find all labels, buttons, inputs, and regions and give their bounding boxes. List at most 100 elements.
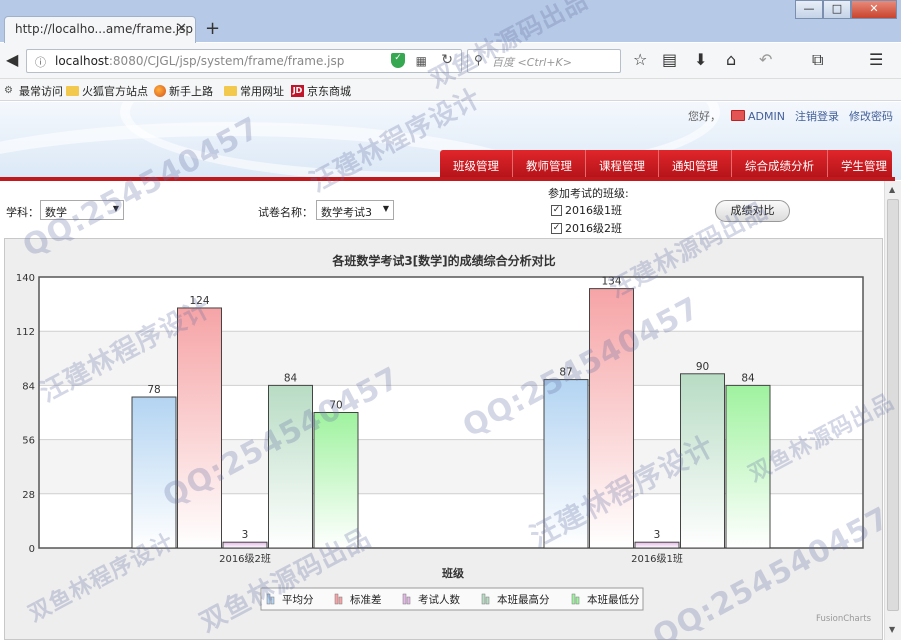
chevron-down-icon: ▼ — [112, 204, 119, 213]
reload-icon[interactable]: ↻ — [441, 52, 453, 68]
scrollbar-thumb[interactable] — [887, 199, 899, 611]
bookmarks-bar: ⚙ 最常访问 火狐官方站点 新手上路 常用网址 JD 京东商城 — [0, 79, 901, 101]
page-header: 您好， ADMIN 注销登录 修改密码 班级管理 教师管理 课程管理 通知管理 … — [0, 102, 901, 180]
menu-student-management[interactable]: 学生管理 — [828, 150, 900, 180]
data-label: 84 — [284, 372, 298, 384]
window-controls: — □ ✕ — [795, 0, 897, 20]
greeting: 您好， — [688, 110, 722, 123]
menu-notice-management[interactable]: 通知管理 — [659, 150, 732, 180]
legend-swatch — [485, 596, 490, 605]
browser-tab[interactable]: http://localho...ame/frame.jsp ✕ — [4, 16, 196, 43]
data-label: 134 — [601, 276, 621, 288]
shield-icon[interactable]: ✓ — [391, 53, 405, 68]
data-label: 90 — [696, 361, 709, 373]
class-checkbox-1[interactable]: ✓ 2016级1班 — [551, 202, 622, 218]
legend-swatch — [402, 593, 407, 605]
bookmark-jd[interactable]: JD 京东商城 — [291, 83, 351, 99]
class-checkbox-label: 2016级2班 — [565, 222, 622, 235]
bar-考试人数 — [634, 541, 680, 549]
firefox-icon — [154, 85, 166, 97]
legend-swatch — [338, 596, 343, 605]
home-icon[interactable]: ⌂ — [726, 50, 736, 69]
legend-swatch — [575, 596, 580, 605]
chart-panel: 各班数学考试3[数学]的成绩综合分析对比 0 28 56 84 112 140 78 124 3 8… — [4, 238, 883, 640]
reading-list-icon[interactable]: ▤ — [662, 50, 677, 69]
tab-close-icon[interactable]: ✕ — [176, 21, 187, 36]
minimize-button[interactable]: — — [795, 0, 823, 19]
y-tick-label: 0 — [29, 544, 35, 555]
vertical-scrollbar[interactable]: ▲ ▼ — [884, 181, 901, 640]
legend-swatch — [571, 593, 576, 605]
y-tick-label: 56 — [22, 436, 35, 447]
change-password-link[interactable]: 修改密码 — [849, 108, 893, 124]
user-bar: 您好， ADMIN 注销登录 修改密码 — [688, 108, 893, 124]
scroll-up-icon[interactable]: ▲ — [889, 185, 895, 194]
y-tick-label: 28 — [22, 490, 35, 501]
main-menu: 班级管理 教师管理 课程管理 通知管理 综合成绩分析 学生管理 — [440, 150, 892, 180]
back-icon[interactable]: ◀ — [6, 50, 18, 69]
legend-swatch — [266, 593, 271, 605]
class-checkbox-2[interactable]: ✓ 2016级2班 — [551, 220, 622, 236]
gear-icon: ⚙ — [4, 85, 13, 96]
url-host: localhost — [55, 54, 109, 68]
subject-label: 学科： — [6, 206, 39, 219]
subject-value: 数学 — [45, 206, 67, 219]
data-label: 124 — [189, 295, 209, 307]
download-icon[interactable]: ⬇ — [694, 50, 707, 69]
chevron-down-icon: ▼ — [382, 204, 389, 213]
data-label: 78 — [147, 384, 160, 396]
legend-label: 平均分 — [282, 594, 314, 606]
chart-credit: FusionCharts — [816, 614, 872, 624]
address-bar[interactable]: ⓘ localhost:8080/CJGL/jsp/system/frame/f… — [26, 49, 462, 73]
close-window-button[interactable]: ✕ — [851, 0, 897, 19]
bookmark-official-site[interactable]: 火狐官方站点 — [66, 83, 148, 99]
legend-swatch — [481, 593, 486, 605]
bookmark-star-icon[interactable]: ☆ — [633, 50, 647, 69]
scroll-down-icon[interactable]: ▼ — [889, 625, 895, 634]
user-name[interactable]: ADMIN — [731, 109, 785, 123]
legend-label: 考试人数 — [418, 593, 460, 606]
menu-class-management[interactable]: 班级管理 — [440, 150, 513, 180]
new-tab-icon[interactable]: + — [205, 18, 220, 39]
bar-本班最高分 — [268, 384, 313, 549]
y-tick-label: 84 — [22, 381, 35, 392]
maximize-button[interactable]: □ — [823, 0, 851, 19]
info-icon[interactable]: ⓘ — [35, 54, 46, 70]
checkbox-checked[interactable]: ✓ — [551, 222, 562, 234]
filter-panel: 学科： 数学 ▼ 试卷名称： 数学考试3 ▼ 参加考试的班级: ✓ 2016级1… — [0, 181, 883, 237]
url-path: :8080/CJGL/jsp/system/frame/frame.jsp — [108, 54, 345, 68]
exam-select[interactable]: 数学考试3 ▼ — [316, 200, 394, 220]
x-tick-label: 2016级2班 — [219, 553, 271, 565]
screenshot-icon[interactable]: ⧉ — [812, 50, 823, 70]
bar-本班最低分 — [313, 412, 359, 549]
y-tick-label: 112 — [16, 327, 35, 338]
search-input[interactable]: ⚲ 百度 <Ctrl+K> — [467, 49, 621, 73]
checkbox-checked[interactable]: ✓ — [551, 204, 562, 216]
compare-button[interactable]: 成绩对比 — [715, 200, 790, 222]
class-checkbox-label: 2016级1班 — [565, 204, 622, 217]
bookmark-most-visited[interactable]: ⚙ 最常访问 — [4, 83, 63, 99]
data-label: 70 — [329, 400, 342, 412]
exam-label: 试卷名称： — [258, 206, 313, 219]
user-label: ADMIN — [748, 109, 785, 123]
bookmark-getting-started[interactable]: 新手上路 — [154, 83, 213, 99]
qr-code-icon[interactable]: ▦ — [416, 54, 427, 68]
bar-平均分 — [543, 379, 589, 549]
plot-band — [39, 277, 863, 332]
bookmark-label: 最常访问 — [19, 85, 63, 98]
logout-link[interactable]: 注销登录 — [795, 108, 839, 124]
menu-course-management[interactable]: 课程管理 — [586, 150, 659, 180]
undo-icon[interactable]: ↶ — [759, 50, 772, 69]
data-label: 3 — [242, 529, 249, 541]
data-label: 3 — [654, 529, 661, 541]
plot-band — [39, 331, 863, 386]
folder-icon — [224, 86, 237, 96]
menu-teacher-management[interactable]: 教师管理 — [513, 150, 586, 180]
menu-score-analysis[interactable]: 综合成绩分析 — [732, 150, 828, 180]
legend-swatch — [334, 593, 339, 605]
chart-title: 各班数学考试3[数学]的成绩综合分析对比 — [331, 253, 555, 268]
subject-select[interactable]: 数学 ▼ — [40, 200, 124, 220]
menu-icon[interactable]: ☰ — [869, 50, 883, 69]
bookmark-common-sites[interactable]: 常用网址 — [224, 83, 284, 99]
legend-swatch — [406, 596, 411, 605]
